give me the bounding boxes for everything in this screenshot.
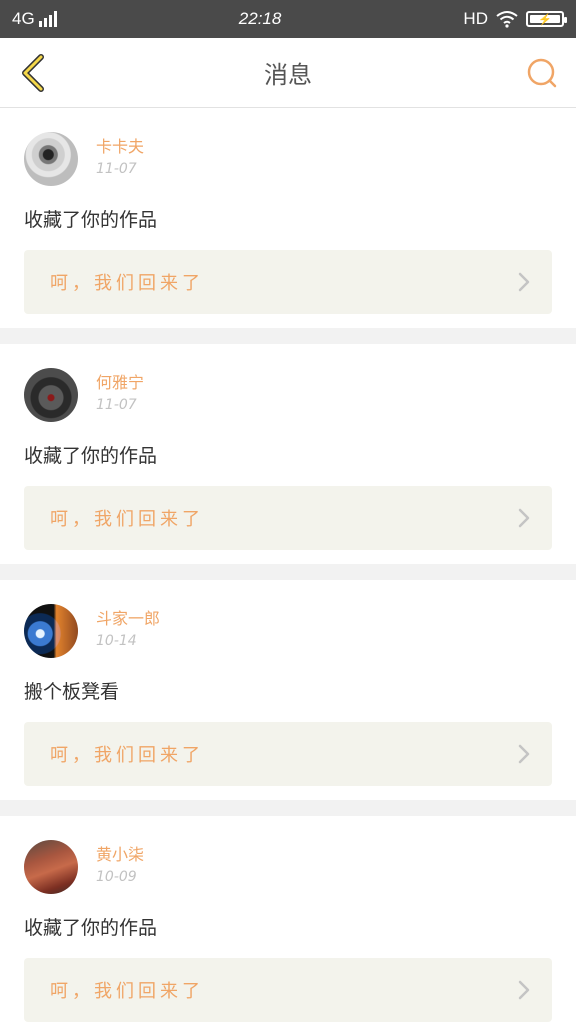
sender-info: 何雅宁 11-07 bbox=[96, 368, 144, 416]
status-bar: 4G 22:18 HD ⚡ bbox=[0, 0, 576, 38]
hd-indicator: HD bbox=[463, 9, 488, 28]
message-header: 黄小柒 10-09 bbox=[24, 840, 552, 896]
chevron-right-icon bbox=[518, 980, 530, 1000]
chevron-right-icon bbox=[518, 744, 530, 764]
message-text: 收藏了你的作品 bbox=[24, 445, 158, 467]
avatar[interactable] bbox=[24, 132, 78, 186]
search-icon bbox=[527, 58, 557, 87]
sender-name[interactable]: 斗家一郎 bbox=[96, 608, 160, 630]
work-title: 呵，我们回来了 bbox=[50, 509, 204, 530]
message-header: 何雅宁 11-07 bbox=[24, 368, 552, 424]
sender-info: 黄小柒 10-09 bbox=[96, 840, 144, 888]
message-list: 卡卡夫 11-07 收藏了你的作品 呵，我们回来了 何雅宁 11-07 收藏了你… bbox=[0, 108, 576, 1024]
message-text: 收藏了你的作品 bbox=[24, 917, 158, 939]
chevron-right-icon bbox=[518, 272, 530, 292]
work-title: 呵，我们回来了 bbox=[50, 745, 204, 766]
message-card[interactable]: 斗家一郎 10-14 搬个板凳看 呵，我们回来了 bbox=[0, 580, 576, 800]
message-header: 斗家一郎 10-14 bbox=[24, 604, 552, 660]
sender-name[interactable]: 何雅宁 bbox=[96, 372, 144, 394]
message-date: 10-14 bbox=[96, 633, 137, 649]
sender-name[interactable]: 卡卡夫 bbox=[96, 136, 144, 158]
clock: 22:18 bbox=[238, 9, 282, 28]
message-date: 11-07 bbox=[96, 161, 137, 177]
page-title: 消息 bbox=[264, 61, 312, 89]
work-link[interactable]: 呵，我们回来了 bbox=[24, 250, 552, 314]
message-date: 10-09 bbox=[96, 869, 137, 885]
message-text: 收藏了你的作品 bbox=[24, 209, 158, 231]
message-card[interactable]: 何雅宁 11-07 收藏了你的作品 呵，我们回来了 bbox=[0, 344, 576, 564]
message-card[interactable]: 黄小柒 10-09 收藏了你的作品 呵，我们回来了 bbox=[0, 816, 576, 1024]
sender-info: 卡卡夫 11-07 bbox=[96, 132, 144, 180]
work-title: 呵，我们回来了 bbox=[50, 981, 204, 1002]
work-link[interactable]: 呵，我们回来了 bbox=[24, 486, 552, 550]
message-header: 卡卡夫 11-07 bbox=[24, 132, 552, 188]
status-right: HD ⚡ bbox=[463, 9, 567, 29]
network-type: 4G bbox=[12, 9, 35, 28]
work-title: 呵，我们回来了 bbox=[50, 273, 204, 294]
sender-info: 斗家一郎 10-14 bbox=[96, 604, 160, 652]
status-left: 4G bbox=[12, 9, 57, 29]
search-button[interactable] bbox=[522, 51, 562, 95]
work-link[interactable]: 呵，我们回来了 bbox=[24, 722, 552, 786]
work-link[interactable]: 呵，我们回来了 bbox=[24, 958, 552, 1022]
chevron-right-icon bbox=[518, 508, 530, 528]
avatar[interactable] bbox=[24, 840, 78, 894]
avatar[interactable] bbox=[24, 368, 78, 422]
back-button[interactable] bbox=[14, 51, 54, 95]
sender-name[interactable]: 黄小柒 bbox=[96, 844, 144, 866]
message-text: 搬个板凳看 bbox=[24, 681, 120, 703]
battery-icon: ⚡ bbox=[525, 11, 567, 27]
signal-icon bbox=[38, 11, 57, 27]
nav-bar: 消息 bbox=[0, 38, 576, 108]
wifi-icon bbox=[496, 11, 518, 28]
avatar[interactable] bbox=[24, 604, 78, 658]
chevron-left-icon bbox=[22, 53, 44, 92]
message-date: 11-07 bbox=[96, 397, 137, 413]
message-card[interactable]: 卡卡夫 11-07 收藏了你的作品 呵，我们回来了 bbox=[0, 108, 576, 328]
